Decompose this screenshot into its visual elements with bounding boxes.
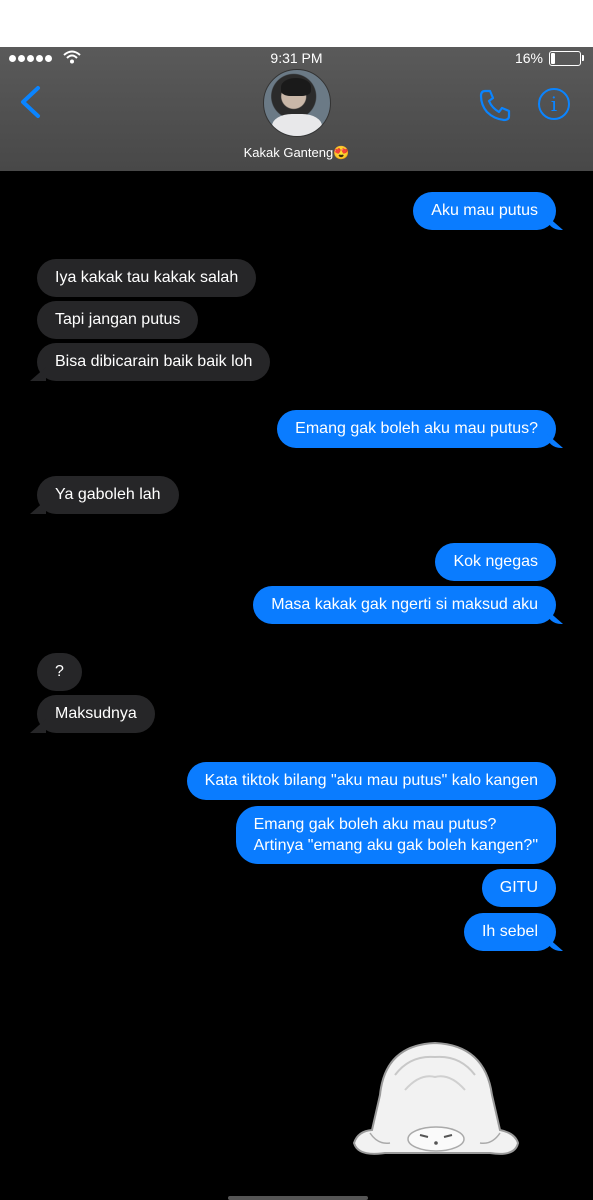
- battery-percent: 16%: [514, 50, 543, 66]
- message-line: Artinya "emang aku gak boleh kangen?": [253, 837, 538, 854]
- message-bubble-incoming[interactable]: ?: [37, 653, 82, 691]
- top-white-area: [0, 0, 593, 47]
- status-time: 9:31 PM: [270, 50, 323, 66]
- message-bubble-outgoing[interactable]: Kata tiktok bilang "aku mau putus" kalo …: [186, 762, 556, 800]
- message-bubble-incoming[interactable]: Maksudnya: [37, 695, 155, 733]
- message-bubble-outgoing[interactable]: Masa kakak gak ngerti si maksud aku: [253, 586, 556, 624]
- battery-icon: [549, 51, 584, 66]
- message-bubble-outgoing[interactable]: GITU: [481, 869, 556, 907]
- contact-name[interactable]: Kakak Ganteng😍: [0, 145, 593, 161]
- message-bubble-incoming[interactable]: Tapi jangan putus: [37, 301, 199, 339]
- message-bubble-outgoing[interactable]: Kok ngegas: [435, 543, 556, 581]
- battery-fill: [551, 53, 556, 64]
- message-bubble-incoming[interactable]: Iya kakak tau kakak salah: [37, 259, 257, 297]
- message-bubble-outgoing[interactable]: Ih sebel: [463, 913, 556, 951]
- avatar-hair: [281, 78, 311, 96]
- contact-avatar[interactable]: [263, 69, 331, 137]
- phone-icon[interactable]: [478, 87, 514, 123]
- message-bubble-outgoing[interactable]: Aku mau putus: [413, 192, 556, 230]
- home-indicator: [228, 1196, 368, 1200]
- status-bar: 9:31 PM 16%: [0, 47, 593, 69]
- back-chevron-icon[interactable]: [18, 85, 42, 119]
- message-bubble-incoming[interactable]: Ya gaboleh lah: [37, 476, 179, 514]
- message-bubble-outgoing[interactable]: Emang gak boleh aku mau putus?: [277, 410, 556, 448]
- message-line: Emang gak boleh aku mau putus?: [253, 816, 497, 833]
- sad-ghost-sticker-icon[interactable]: [350, 1035, 520, 1165]
- message-bubble-outgoing-multiline[interactable]: Emang gak boleh aku mau putus? Artinya "…: [235, 806, 556, 864]
- avatar-shirt: [272, 114, 322, 136]
- message-bubble-incoming[interactable]: Bisa dibicarain baik baik loh: [37, 343, 271, 381]
- info-icon[interactable]: i: [538, 88, 570, 120]
- conversation-header: 9:31 PM 16% Kakak Ganteng😍 i: [0, 47, 593, 171]
